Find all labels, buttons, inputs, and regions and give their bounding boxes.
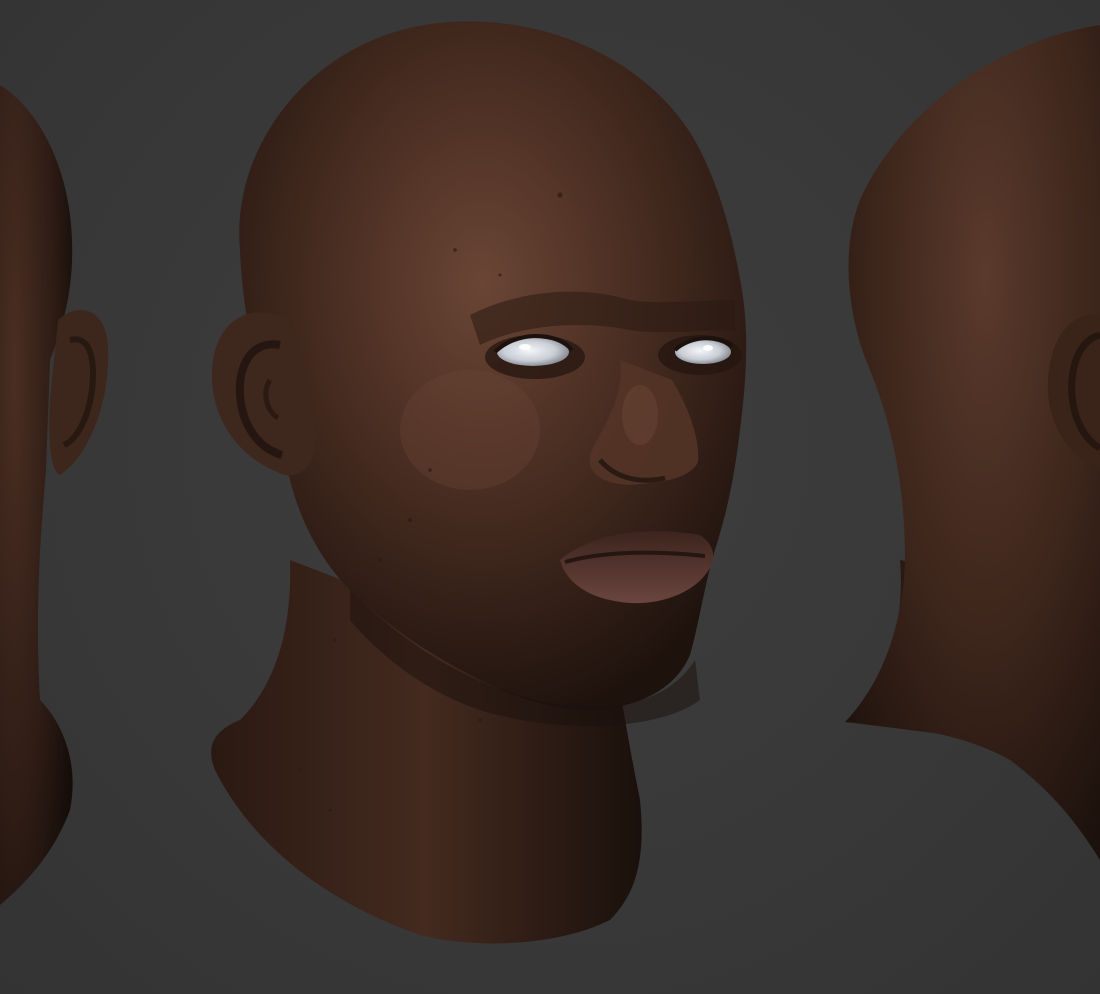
head-renders [0,21,1100,944]
render-viewport [0,0,1100,994]
left-head-ear [49,310,109,475]
right-head-skull [845,25,1100,860]
head-view-front-left [0,85,109,905]
head-view-back-right [845,25,1100,860]
left-head-skull [0,85,73,905]
head-view-three-quarter [211,21,747,944]
